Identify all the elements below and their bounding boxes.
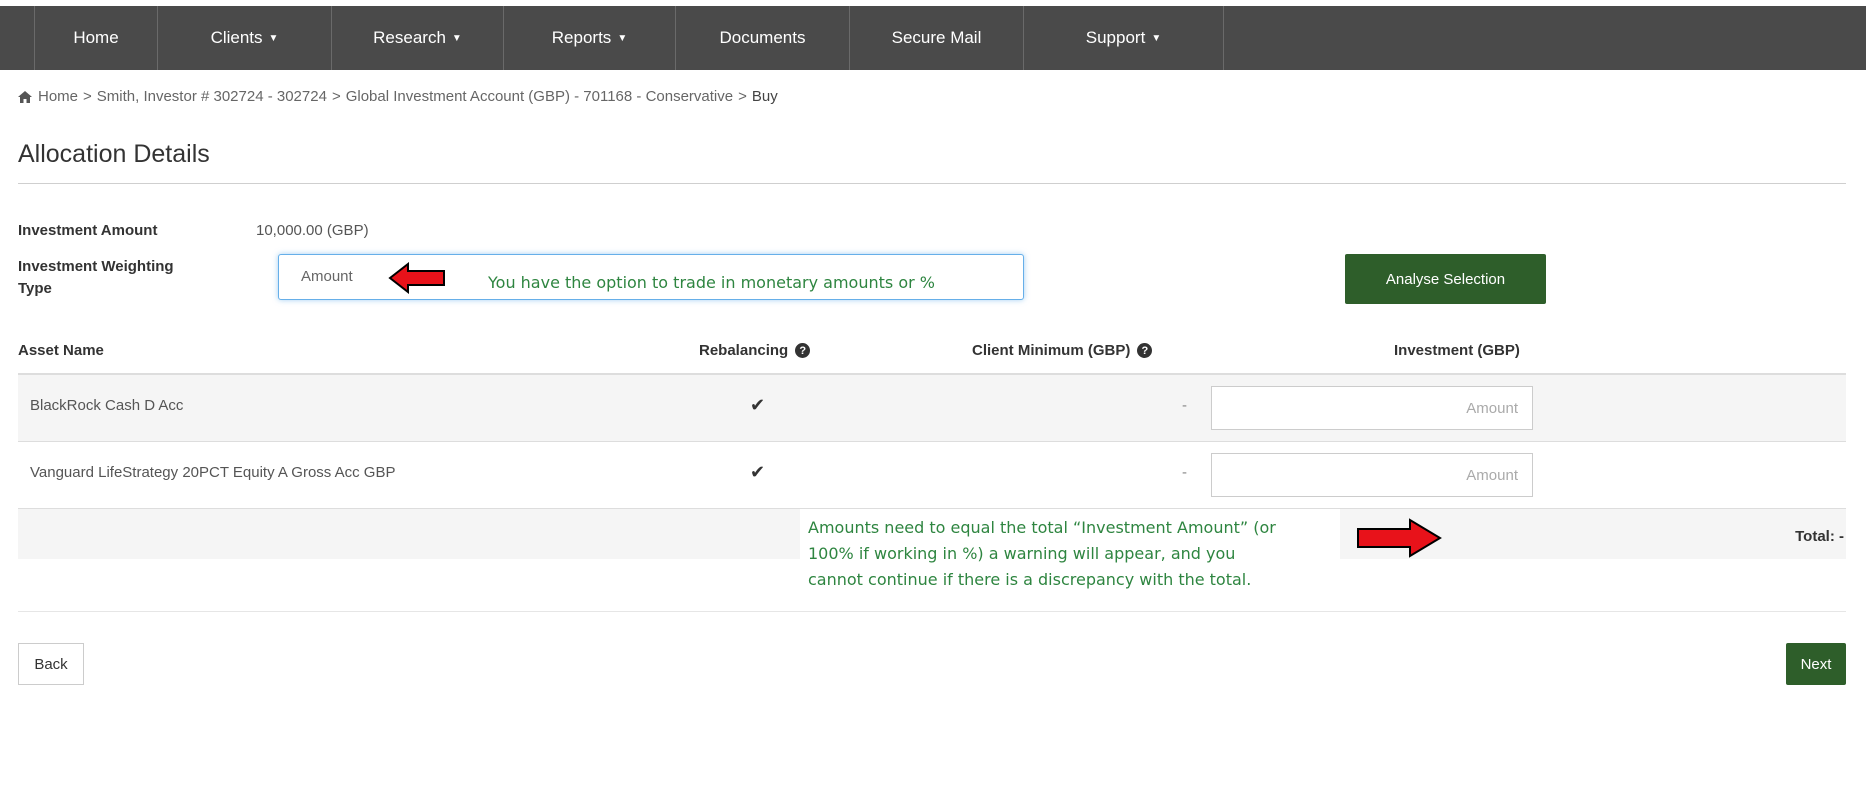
back-button[interactable]: Back xyxy=(18,643,84,685)
nav-reports[interactable]: Reports ▼ xyxy=(504,6,676,70)
caret-down-icon: ▼ xyxy=(451,32,462,44)
nav-clients-label: Clients xyxy=(210,28,263,47)
investment-amount-label: Investment Amount xyxy=(18,222,158,239)
table-row: BlackRock Cash D Acc ✔ - xyxy=(18,375,1846,441)
weighting-type-label-line1: Investment Weighting xyxy=(18,258,174,275)
header-investment-label: Investment (GBP) xyxy=(1394,342,1520,359)
asset-name: Vanguard LifeStrategy 20PCT Equity A Gro… xyxy=(30,464,396,481)
caret-down-icon: ▼ xyxy=(617,32,628,44)
breadcrumb-current: Buy xyxy=(751,88,778,105)
breadcrumb-client[interactable]: Smith, Investor # 302724 - 302724 xyxy=(97,88,327,105)
breadcrumb-home[interactable]: Home xyxy=(38,88,78,105)
caret-down-icon: ▼ xyxy=(1151,32,1162,44)
caret-down-icon: ▼ xyxy=(268,32,279,44)
nav-home-label: Home xyxy=(73,28,119,47)
breadcrumb-separator: > xyxy=(331,88,341,105)
total-value: Total: - xyxy=(1795,528,1844,545)
nav-research[interactable]: Research ▼ xyxy=(332,6,504,70)
nav-documents-label: Documents xyxy=(719,28,806,47)
nav-secure-mail[interactable]: Secure Mail xyxy=(850,6,1024,70)
header-asset-name: Asset Name xyxy=(18,342,104,359)
nav-support-label: Support xyxy=(1085,28,1146,47)
table-row: Vanguard LifeStrategy 20PCT Equity A Gro… xyxy=(18,442,1846,508)
investment-amount-input[interactable] xyxy=(1211,386,1533,430)
total-annotation-line2: 100% if working in %) a warning will app… xyxy=(808,544,1236,563)
breadcrumb-account[interactable]: Global Investment Account (GBP) - 701168… xyxy=(346,88,733,105)
nav-secure-mail-label: Secure Mail xyxy=(891,28,982,47)
nav-support[interactable]: Support ▼ xyxy=(1024,6,1224,70)
asset-name: BlackRock Cash D Acc xyxy=(30,397,184,414)
header-rebalancing-label: Rebalancing xyxy=(699,342,789,359)
breadcrumb: Home > Smith, Investor # 302724 - 302724… xyxy=(18,88,778,105)
header-investment: Investment (GBP) xyxy=(1394,342,1520,359)
client-minimum-value: - xyxy=(1182,464,1187,481)
question-icon[interactable]: ? xyxy=(795,343,811,358)
nav-research-label: Research xyxy=(373,28,446,47)
investment-amount-input[interactable] xyxy=(1211,453,1533,497)
red-arrow-left-icon xyxy=(388,262,445,294)
title-divider xyxy=(18,183,1846,184)
top-nav: Home Clients ▼ Research ▼ Reports ▼ Docu… xyxy=(0,6,1866,70)
next-button[interactable]: Next xyxy=(1786,643,1846,685)
weighting-type-label-line2: Type xyxy=(18,280,52,297)
red-arrow-right-icon xyxy=(1357,518,1442,558)
header-rebalancing: Rebalancing ? xyxy=(699,342,811,359)
nav-clients[interactable]: Clients ▼ xyxy=(158,6,332,70)
footer-divider xyxy=(18,611,1846,612)
analyse-selection-button[interactable]: Analyse Selection xyxy=(1345,254,1546,304)
question-icon[interactable]: ? xyxy=(1137,343,1153,358)
weighting-annotation: You have the option to trade in monetary… xyxy=(488,273,935,292)
breadcrumb-separator: > xyxy=(83,88,92,105)
home-icon[interactable] xyxy=(18,90,32,103)
header-asset-name-label: Asset Name xyxy=(18,342,104,359)
page-title: Allocation Details xyxy=(18,140,210,168)
client-minimum-value: - xyxy=(1182,397,1187,414)
nav-reports-label: Reports xyxy=(551,28,612,47)
weighting-type-selected-value: Amount xyxy=(301,268,353,285)
nav-documents[interactable]: Documents xyxy=(676,6,850,70)
investment-amount-value: 10,000.00 (GBP) xyxy=(256,222,369,239)
total-annotation-line1: Amounts need to equal the total “Investm… xyxy=(808,518,1276,537)
header-client-minimum: Client Minimum (GBP) ? xyxy=(972,342,1153,359)
total-annotation-line3: cannot continue if there is a discrepanc… xyxy=(808,570,1252,589)
nav-home[interactable]: Home xyxy=(34,6,158,70)
header-client-minimum-label: Client Minimum (GBP) xyxy=(972,342,1131,359)
breadcrumb-separator: > xyxy=(738,88,747,105)
checkmark-icon: ✔ xyxy=(750,462,766,482)
checkmark-icon: ✔ xyxy=(750,395,766,415)
